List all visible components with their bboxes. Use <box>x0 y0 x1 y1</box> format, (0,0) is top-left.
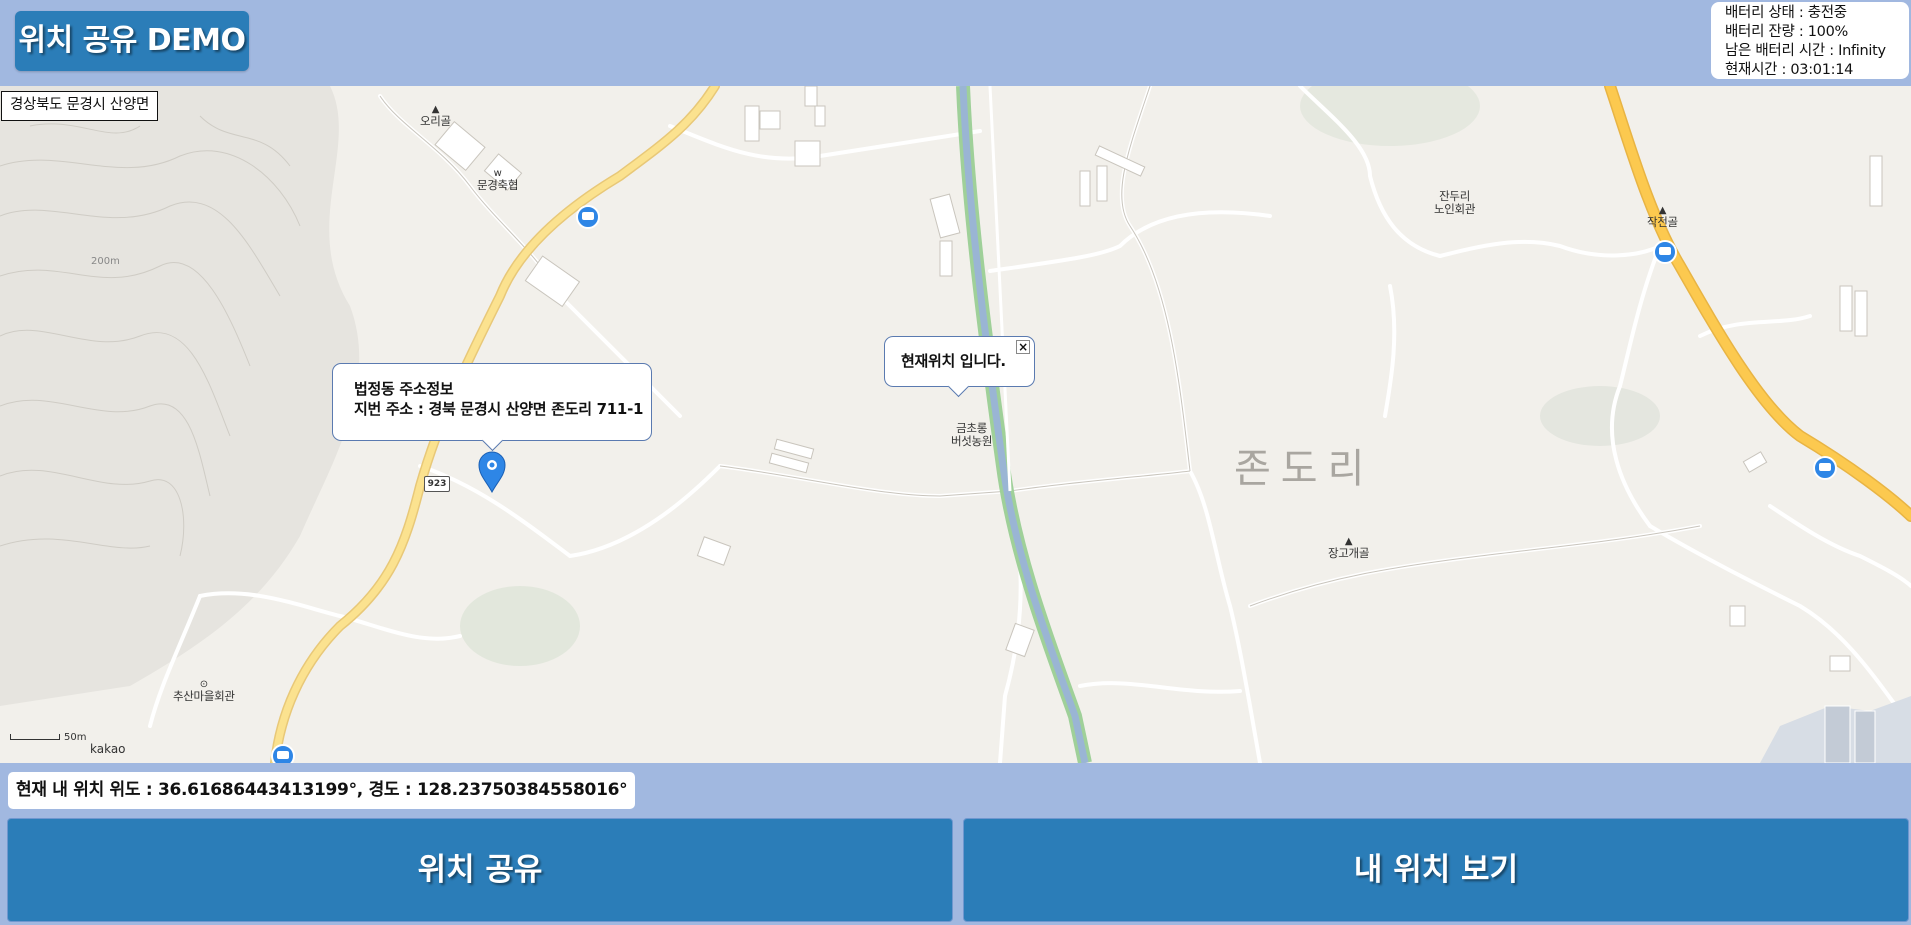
road-number-badge: 923 <box>424 476 450 492</box>
address-popup-text: 지번 주소 : 경북 문경시 산양면 존도리 711-1 <box>354 400 644 418</box>
share-location-button[interactable]: 위치 공유 <box>7 818 953 922</box>
map-scale: 50m <box>10 732 86 743</box>
battery-level: 배터리 잔량 : 100% <box>1725 24 1848 40</box>
battery-time: 남은 배터리 시간 : Infinity <box>1725 43 1886 59</box>
kakao-logo: kakao <box>90 742 126 756</box>
poi-chukhyup: ᴡ 문경축협 <box>477 168 519 192</box>
address-popup: 법정동 주소정보 지번 주소 : 경북 문경시 산양면 존도리 711-1 <box>332 363 652 441</box>
header: 위치 공유 DEMO 배터리 상태 : 충전중 배터리 잔량 : 100% 남은… <box>0 0 1911 86</box>
coordinates-display: 현재 내 위치 위도 : 36.61686443413199°, 경도 : 12… <box>8 772 636 809</box>
poi-jakjeon: ▲ 작전골 <box>1647 205 1678 229</box>
location-marker-icon[interactable] <box>478 451 506 493</box>
poi-jandu: 잔두리 노인회관 <box>1434 189 1476 216</box>
show-my-location-button[interactable]: 내 위치 보기 <box>963 818 1909 922</box>
address-popup-title: 법정동 주소정보 <box>354 380 454 398</box>
battery-state: 배터리 상태 : 충전중 <box>1725 5 1847 21</box>
battery-status-panel: 배터리 상태 : 충전중 배터리 잔량 : 100% 남은 배터리 시간 : I… <box>1711 2 1909 79</box>
region-label: 경상북도 문경시 산양면 <box>1 91 159 121</box>
current-location-popup: 현재위치 입니다. × <box>884 336 1035 387</box>
current-time: 현재시간 : 03:01:14 <box>1725 62 1854 78</box>
poi-mushroom-farm: 금초롱 버섯농원 <box>951 421 993 448</box>
poi-origol: ▲ 오리골 <box>420 104 451 128</box>
scale-bar <box>10 734 60 740</box>
poi-janggo: ▲ 장고개골 <box>1328 536 1370 560</box>
app-title: 위치 공유 DEMO <box>15 11 249 71</box>
map[interactable]: 경상북도 문경시 산양면 200m 923 ▲ 오리골 ᴡ 문경축협 잔두리 노인회관… <box>0 86 1911 763</box>
area-label: 존도리 <box>1234 446 1375 492</box>
current-location-text: 현재위치 입니다. <box>901 352 1006 370</box>
elevation-label: 200m <box>91 256 120 267</box>
close-icon[interactable]: × <box>1016 340 1030 354</box>
poi-chusan: ⊙ 추산마을회관 <box>173 679 235 703</box>
